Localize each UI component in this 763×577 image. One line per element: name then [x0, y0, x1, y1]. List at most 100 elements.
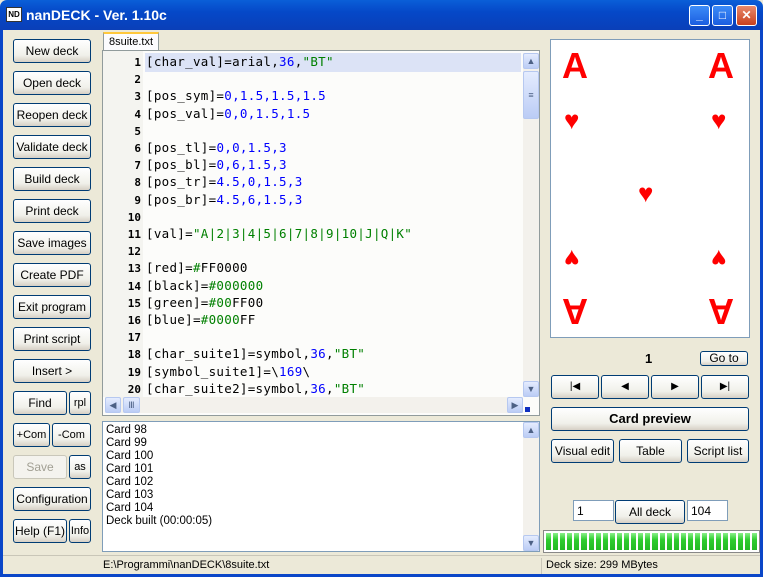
- code-token: "BT": [333, 346, 366, 362]
- validate-deck-button[interactable]: Validate deck: [13, 135, 91, 159]
- reopen-deck-button[interactable]: Reopen deck: [13, 103, 91, 127]
- print-deck-button[interactable]: Print deck: [13, 199, 91, 223]
- help-button[interactable]: Help (F1): [13, 519, 67, 543]
- scroll-left-icon[interactable]: ◀: [105, 397, 121, 413]
- code-token: #000000: [208, 277, 264, 293]
- goto-button[interactable]: Go to: [700, 351, 748, 366]
- progress-segment: [666, 533, 672, 550]
- card-value-top-right: A: [708, 45, 734, 86]
- save-images-button[interactable]: Save images: [13, 231, 91, 255]
- progress-segment: [574, 533, 580, 550]
- scroll-up-icon[interactable]: ▲: [523, 53, 539, 69]
- add-comment-button[interactable]: +Com: [13, 423, 50, 447]
- status-file-path: E:\Programmi\nanDECK\8suite.txt: [103, 559, 270, 571]
- log-line: Card 98: [106, 424, 147, 436]
- print-script-button[interactable]: Print script: [13, 327, 91, 351]
- next-card-button[interactable]: ▶: [651, 375, 699, 399]
- horizontal-scrollbar[interactable]: ◀ Ⅲ ▶: [105, 397, 523, 413]
- scroll-down-icon[interactable]: ▼: [523, 381, 539, 397]
- code-token: [char_val]=arial,: [146, 54, 280, 69]
- script-list-button[interactable]: Script list: [687, 439, 749, 463]
- build-progress-bar: [543, 530, 760, 553]
- code-token: ,: [326, 380, 334, 396]
- progress-segment: [737, 533, 743, 550]
- scroll-up-icon[interactable]: ▲: [523, 422, 539, 438]
- configuration-button[interactable]: Configuration: [13, 487, 91, 511]
- progress-segment: [702, 533, 708, 550]
- exit-program-button[interactable]: Exit program: [13, 295, 91, 319]
- status-deck-size: Deck size: 299 MBytes: [541, 558, 658, 574]
- progress-segment: [659, 533, 665, 550]
- table-button[interactable]: Table: [619, 439, 682, 463]
- code-line: [pos_br]=4.5,6,1.5,3: [146, 192, 303, 207]
- progress-segment: [730, 533, 736, 550]
- log-line: Card 102: [106, 476, 154, 488]
- code-line: [pos_val]=0,0,1.5,1.5: [146, 106, 310, 121]
- new-deck-button[interactable]: New deck: [13, 39, 91, 63]
- save-button[interactable]: Save: [13, 455, 67, 479]
- card-preview-button[interactable]: Card preview: [551, 407, 749, 431]
- vertical-scroll-thumb[interactable]: ≡: [523, 71, 539, 119]
- code-token: [red]=: [146, 260, 193, 276]
- heart-icon: ♥: [564, 105, 580, 135]
- replace-button[interactable]: rpl: [69, 391, 91, 415]
- progress-segment: [687, 533, 693, 550]
- log-scrollbar[interactable]: ▲ ▼: [523, 422, 539, 551]
- line-number: 15: [127, 296, 141, 310]
- remove-comment-button[interactable]: -Com: [52, 423, 91, 447]
- line-number: 1: [134, 56, 141, 69]
- save-as-button[interactable]: as: [69, 455, 91, 479]
- progress-segment: [673, 533, 679, 550]
- progress-segment: [595, 533, 601, 550]
- close-button[interactable]: ✕: [736, 5, 757, 26]
- code-token: ,: [294, 54, 303, 69]
- last-card-button[interactable]: ▶|: [701, 375, 749, 399]
- create-pdf-button[interactable]: Create PDF: [13, 263, 91, 287]
- resize-grip: [525, 407, 530, 412]
- line-number: 8: [134, 176, 141, 190]
- code-line: [pos_tr]=4.5,0,1.5,3: [146, 174, 303, 189]
- insert-button[interactable]: Insert >: [13, 359, 91, 383]
- code-token: #: [192, 260, 201, 276]
- range-from-input[interactable]: [573, 500, 614, 521]
- previous-card-button[interactable]: ◀: [601, 375, 649, 399]
- code-token: 36: [279, 54, 295, 69]
- all-deck-button[interactable]: All deck: [615, 500, 685, 524]
- card-preview-image: A A A A ♥ ♥ ♥ ♥ ♥: [550, 39, 750, 338]
- progress-segment: [723, 533, 729, 550]
- code-line: [char_suite1]=symbol,36,"BT": [146, 346, 365, 361]
- log-output[interactable]: Card 98 Card 99 Card 100 Card 101 Card 102 Ca…: [102, 421, 540, 552]
- vertical-scrollbar[interactable]: ▲ ≡ ▼: [523, 53, 539, 397]
- find-button[interactable]: Find: [13, 391, 67, 415]
- maximize-button[interactable]: □: [712, 5, 733, 26]
- line-number: 3: [134, 90, 141, 104]
- progress-segment: [567, 533, 573, 550]
- minimize-button[interactable]: _: [689, 5, 710, 26]
- code-line: [pos_bl]=0,6,1.5,3: [146, 157, 287, 172]
- line-number: 16: [127, 314, 141, 327]
- code-token: "A|2|3|4|5|6|7|8|9|10|J|Q|K": [192, 226, 413, 241]
- code-token: [blue]=: [146, 312, 201, 327]
- build-deck-button[interactable]: Build deck: [13, 167, 91, 191]
- progress-segment: [560, 533, 566, 550]
- code-line: [char_suite2]=symbol,36,"BT": [146, 381, 365, 396]
- status-bar: E:\Programmi\nanDECK\8suite.txt Deck siz…: [3, 555, 760, 574]
- range-to-input[interactable]: [687, 500, 728, 521]
- scroll-down-icon[interactable]: ▼: [523, 535, 539, 551]
- horizontal-scroll-thumb[interactable]: Ⅲ: [123, 397, 140, 413]
- visual-edit-button[interactable]: Visual edit: [551, 439, 614, 463]
- open-deck-button[interactable]: Open deck: [13, 71, 91, 95]
- progress-segment: [624, 533, 630, 550]
- tab-8suite[interactable]: 8suite.txt: [103, 32, 159, 51]
- code-token: FF0000: [200, 260, 248, 276]
- code-token: \: [302, 363, 311, 379]
- code-token: 0,6,1.5,3: [216, 157, 287, 173]
- script-editor[interactable]: 1 [char_val]=arial,36,"BT" 2 3 [pos_sym]=0,1…: [102, 50, 540, 416]
- line-number: 13: [127, 262, 141, 276]
- scroll-right-icon[interactable]: ▶: [507, 397, 523, 413]
- info-button[interactable]: Info: [69, 519, 91, 543]
- first-card-button[interactable]: |◀: [551, 375, 599, 399]
- code-token: [pos_tr]=: [146, 174, 217, 190]
- code-token: 169: [279, 363, 303, 379]
- log-line: Card 100: [106, 450, 154, 462]
